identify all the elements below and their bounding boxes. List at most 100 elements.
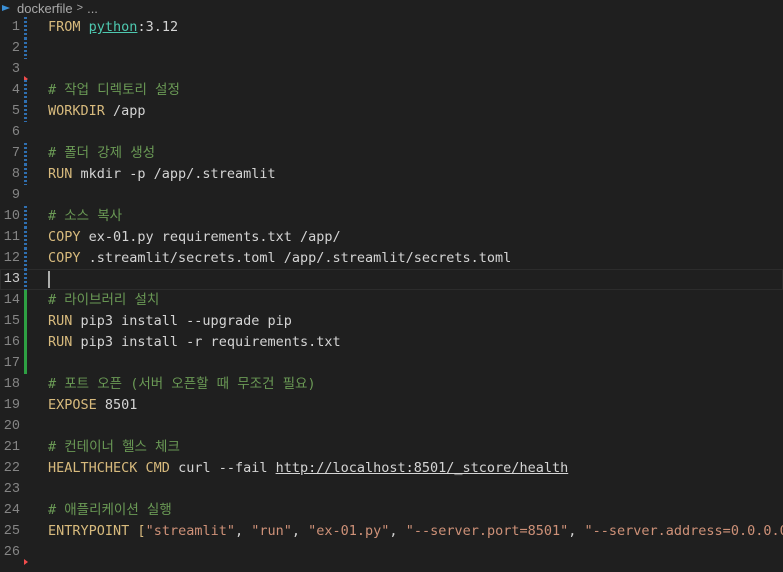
line-code[interactable]: HEALTHCHECK CMD curl --fail http://local… xyxy=(48,458,568,479)
line-code[interactable]: COPY ex-01.py requirements.txt /app/ xyxy=(48,227,341,248)
line-code[interactable]: EXPOSE 8501 xyxy=(48,395,137,416)
line-code[interactable]: RUN pip3 install --upgrade pip xyxy=(48,311,292,332)
line-number: 6 xyxy=(11,125,20,140)
modified-change-marker[interactable] xyxy=(24,101,27,122)
added-change-marker[interactable] xyxy=(24,290,27,311)
code-token: [ xyxy=(137,523,146,539)
code-line[interactable]: 7 # 폴더 강제 생성 xyxy=(0,143,783,164)
code-line[interactable]: 10 # 소스 복사 xyxy=(0,206,783,227)
line-code[interactable]: WORKDIR /app xyxy=(48,101,146,122)
code-line[interactable]: 19 EXPOSE 8501 xyxy=(0,395,783,416)
code-line[interactable]: 25 ENTRYPOINT ["streamlit", "run", "ex-01… xyxy=(0,521,783,542)
line-number: 9 xyxy=(11,188,20,203)
line-code[interactable]: # 라이브러리 설치 xyxy=(48,290,159,311)
line-number: 5 xyxy=(11,104,20,119)
line-number: 25 xyxy=(3,524,20,539)
line-number: 15 xyxy=(3,314,20,329)
code-token: # 라이브러리 설치 xyxy=(48,292,160,308)
added-change-marker[interactable] xyxy=(24,353,27,374)
code-line[interactable]: 15 RUN pip3 install --upgrade pip xyxy=(0,311,783,332)
code-line[interactable]: 11 COPY ex-01.py requirements.txt /app/ xyxy=(0,227,783,248)
line-code[interactable]: # 포트 오픈 (서버 오픈할 때 무조건 필요) xyxy=(48,374,316,395)
code-token: :3.12 xyxy=(137,19,179,35)
code-line[interactable]: 5 WORKDIR /app xyxy=(0,101,783,122)
code-line[interactable]: 2 xyxy=(0,38,783,59)
code-line[interactable]: 20 xyxy=(0,416,783,437)
code-token: , xyxy=(234,523,252,539)
modified-change-marker[interactable] xyxy=(24,143,27,164)
code-token: WORKDIR xyxy=(48,103,105,119)
deleted-change-marker[interactable] xyxy=(24,559,28,565)
code-token: # 애플리케이션 실행 xyxy=(48,502,172,518)
code-line[interactable]: 21 # 컨테이너 헬스 체크 xyxy=(0,437,783,458)
line-code[interactable]: # 소스 복사 xyxy=(48,206,122,227)
text-cursor xyxy=(48,270,50,288)
modified-change-marker[interactable] xyxy=(24,206,27,227)
modified-change-marker[interactable] xyxy=(24,248,27,269)
code-editor[interactable]: dockerfile > ... 1 FROM python:3.12 2 3 4 # 작… xyxy=(0,0,783,572)
breadcrumb-file[interactable]: dockerfile xyxy=(17,1,73,16)
line-number: 7 xyxy=(11,146,20,161)
line-number: 8 xyxy=(11,167,20,182)
line-number: 12 xyxy=(3,251,20,266)
line-code[interactable]: ENTRYPOINT ["streamlit", "run", "ex-01.p… xyxy=(48,521,783,542)
code-line[interactable]: 6 xyxy=(0,122,783,143)
code-line[interactable]: 13 xyxy=(0,269,783,290)
code-line[interactable]: 16 RUN pip3 install -r requirements.txt xyxy=(0,332,783,353)
code-token[interactable]: http://localhost:8501/_stcore/health xyxy=(276,460,569,476)
breadcrumb-ellipsis[interactable]: ... xyxy=(87,1,98,16)
code-token: FROM xyxy=(48,19,81,35)
line-number: 2 xyxy=(11,41,20,56)
modified-change-marker[interactable] xyxy=(24,269,27,290)
code-token: RUN xyxy=(48,313,73,329)
line-number: 23 xyxy=(3,482,20,497)
code-line[interactable]: 4 # 작업 디렉토리 설정 xyxy=(0,80,783,101)
code-line[interactable]: 23 xyxy=(0,479,783,500)
line-number: 11 xyxy=(3,230,20,245)
modified-change-marker[interactable] xyxy=(24,80,27,101)
added-change-marker[interactable] xyxy=(24,311,27,332)
code-line[interactable]: 14 # 라이브러리 설치 xyxy=(0,290,783,311)
modified-change-marker[interactable] xyxy=(24,38,27,59)
line-code[interactable]: FROM python:3.12 xyxy=(48,17,178,38)
code-token: EXPOSE xyxy=(48,397,97,413)
code-token: CMD xyxy=(145,460,170,476)
line-number: 17 xyxy=(3,356,20,371)
code-line[interactable]: 22 HEALTHCHECK CMD curl --fail http://loc… xyxy=(0,458,783,479)
code-token: ENTRYPOINT xyxy=(48,523,130,539)
line-number: 4 xyxy=(11,83,20,98)
code-line[interactable]: 17 xyxy=(0,353,783,374)
code-line[interactable]: 8 RUN mkdir -p /app/.streamlit xyxy=(0,164,783,185)
code-token: # 작업 디렉토리 설정 xyxy=(48,82,180,98)
code-token: , xyxy=(291,523,309,539)
code-token: , xyxy=(389,523,406,539)
modified-change-marker[interactable] xyxy=(24,164,27,185)
code-line[interactable]: 12 COPY .streamlit/secrets.toml /app/.str… xyxy=(0,248,783,269)
line-code[interactable] xyxy=(48,269,50,290)
code-lines[interactable]: 1 FROM python:3.12 2 3 4 # 작업 디렉토리 설정 5 WORKDIR… xyxy=(0,17,783,565)
code-token: curl --fail xyxy=(169,460,276,476)
code-token: , xyxy=(568,523,585,539)
code-token: python xyxy=(88,19,138,35)
breadcrumb: dockerfile > ... xyxy=(0,0,98,16)
code-line[interactable]: 1 FROM python:3.12 xyxy=(0,17,783,38)
code-line[interactable]: 3 xyxy=(0,59,783,82)
line-code[interactable]: # 작업 디렉토리 설정 xyxy=(48,80,180,101)
added-change-marker[interactable] xyxy=(24,332,27,353)
line-code[interactable]: # 애플리케이션 실행 xyxy=(48,500,172,521)
modified-change-marker[interactable] xyxy=(24,17,27,38)
line-code[interactable]: COPY .streamlit/secrets.toml /app/.strea… xyxy=(48,248,511,269)
code-line[interactable]: 26 xyxy=(0,542,783,565)
code-token: HEALTHCHECK xyxy=(48,460,138,476)
line-code[interactable]: RUN pip3 install -r requirements.txt xyxy=(48,332,341,353)
line-code[interactable]: # 컨테이너 헬스 체크 xyxy=(48,437,180,458)
line-number: 1 xyxy=(11,20,20,35)
code-token: RUN xyxy=(48,334,73,350)
modified-change-marker[interactable] xyxy=(24,227,27,248)
line-code[interactable]: RUN mkdir -p /app/.streamlit xyxy=(48,164,276,185)
code-line[interactable]: 18 # 포트 오픈 (서버 오픈할 때 무조건 필요) xyxy=(0,374,783,395)
code-line[interactable]: 9 xyxy=(0,185,783,206)
line-code[interactable]: # 폴더 강제 생성 xyxy=(48,143,155,164)
line-number: 16 xyxy=(3,335,20,350)
code-line[interactable]: 24 # 애플리케이션 실행 xyxy=(0,500,783,521)
